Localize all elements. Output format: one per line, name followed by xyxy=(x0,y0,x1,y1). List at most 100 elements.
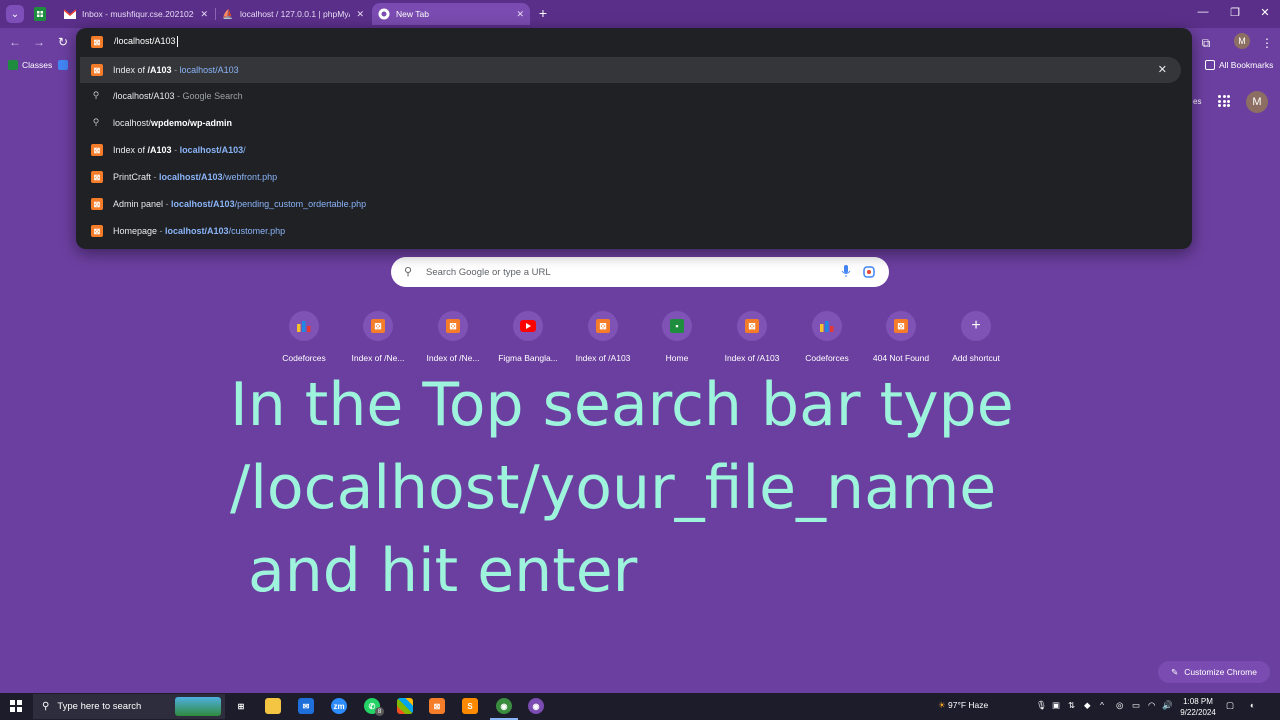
new-tab-button[interactable]: + xyxy=(536,6,550,20)
avatar[interactable]: M xyxy=(1246,91,1268,113)
microphone-icon[interactable] xyxy=(841,264,851,283)
suggestion-row[interactable]: ⊠ PrintCraft - localhost/A103/webfront.p… xyxy=(76,164,1192,190)
xampp-icon: ⊠ xyxy=(446,319,460,333)
wifi-icon[interactable]: ◠ xyxy=(1148,700,1155,711)
outlook-icon[interactable]: ✉ xyxy=(298,698,314,714)
menu-button[interactable]: ⋮ xyxy=(1259,35,1275,51)
microphone-icon[interactable]: 🎙 xyxy=(1036,700,1047,711)
forward-button[interactable]: → xyxy=(31,34,47,50)
weather-widget[interactable]: ☀ 97°F Haze xyxy=(938,700,988,711)
address-bar[interactable]: ⊠ /localhost/A103 xyxy=(76,28,1192,56)
suggestion-row[interactable]: ⊠ Index of /A103 - localhost/A103/ xyxy=(76,137,1192,163)
codeforces-icon xyxy=(820,321,834,332)
sublime-text-icon[interactable]: S xyxy=(462,698,478,714)
network-icon[interactable]: ⇅ xyxy=(1068,700,1075,711)
tab-new-tab[interactable]: New Tab ✕ xyxy=(372,3,530,25)
tab-gmail[interactable]: Inbox - mushfiqur.cse.2021020 ✕ xyxy=(58,3,214,25)
tab-title: Inbox - mushfiqur.cse.2021020 xyxy=(82,9,195,19)
all-bookmarks[interactable]: All Bookmarks xyxy=(1205,60,1273,70)
youtube-icon xyxy=(520,320,536,332)
suggestion-row[interactable]: ⊠ Admin panel - localhost/A103/pending_c… xyxy=(76,191,1192,217)
search-input[interactable]: Search Google or type a URL xyxy=(426,267,551,278)
chrome-profile-icon[interactable]: ◉ xyxy=(528,698,544,714)
tab-search-button[interactable]: ⌄ xyxy=(6,5,24,23)
xampp-icon[interactable]: ⊠ xyxy=(429,698,445,714)
back-button[interactable]: ← xyxy=(7,34,23,50)
shortcut-tile[interactable]: ⊠ 404 Not Found xyxy=(865,311,937,371)
suggestion-row[interactable]: ⊠ Homepage - localhost/A103/customer.php xyxy=(76,218,1192,244)
monitor-icon[interactable]: ▭ xyxy=(1132,700,1140,711)
tab-phpmyadmin[interactable]: ⛵ localhost / 127.0.0.1 | phpMyAd ✕ xyxy=(216,3,370,25)
reload-button[interactable]: ↻ xyxy=(55,34,71,50)
widgets-icon[interactable]: ◐ xyxy=(1250,700,1255,710)
chrome-icon[interactable]: ◉ xyxy=(496,698,512,714)
suggestion-row[interactable]: ⚲ /localhost/A103 - Google Search xyxy=(76,83,1192,109)
task-view-icon[interactable]: ⊞ xyxy=(233,698,249,714)
shortcut-tile[interactable]: Codeforces xyxy=(791,311,863,371)
bookmark-item[interactable] xyxy=(58,60,72,70)
tab-strip: ⌄ Inbox - mushfiqur.cse.2021020 ✕ ⛵ loca… xyxy=(0,0,1280,28)
chevron-down-icon: ⌄ xyxy=(10,8,20,20)
shortcut-label: Figma Bangla... xyxy=(498,353,558,363)
close-icon[interactable]: ✕ xyxy=(356,9,364,20)
arrow-left-icon: ← xyxy=(9,35,21,49)
ntp-search-box[interactable]: ⚲ Search Google or type a URL xyxy=(391,257,889,287)
restore-button[interactable]: ❐ xyxy=(1228,6,1242,19)
shortcut-tile[interactable]: ▪ Home xyxy=(641,311,713,371)
close-icon[interactable]: ✕ xyxy=(200,9,208,20)
minimize-button[interactable]: — xyxy=(1196,6,1210,18)
apps-grid-icon[interactable] xyxy=(1218,95,1230,107)
suggestion-row[interactable]: ⊠ Index of /A103 - localhost/A103 ✕ xyxy=(80,57,1181,83)
shortcut-label: Index of /Ne... xyxy=(426,353,480,363)
shortcut-tile[interactable]: ⊠ Index of /Ne... xyxy=(417,311,489,371)
search-icon: ⚲ xyxy=(92,89,100,100)
pinned-tab-sheets[interactable] xyxy=(32,6,48,22)
clock[interactable]: 1:08 PM 9/22/2024 xyxy=(1176,696,1220,718)
shortcut-tile[interactable]: ⊠ Index of /A103 xyxy=(567,311,639,371)
notification-icon[interactable]: ▢ xyxy=(1226,700,1234,711)
instruction-line-2: /localhost/your_file_name xyxy=(230,453,997,523)
taskbar-search[interactable]: ⚲ Type here to search xyxy=(33,694,225,719)
shortcut-icon-bg: ▪ xyxy=(662,311,692,341)
customize-label: Customize Chrome xyxy=(1184,667,1257,677)
bookmark-classes[interactable]: Classes xyxy=(8,60,52,70)
customize-chrome-button[interactable]: ✎ Customize Chrome xyxy=(1158,661,1270,683)
dropbox-icon[interactable]: ◆ xyxy=(1084,700,1091,711)
address-input[interactable]: /localhost/A103 xyxy=(114,36,178,48)
extensions-button[interactable]: ⧉ xyxy=(1198,35,1214,51)
pencil-icon: ✎ xyxy=(1171,666,1179,677)
shortcut-tile[interactable]: Codeforces xyxy=(268,311,340,371)
clock-time: 1:08 PM xyxy=(1183,697,1213,706)
reload-icon: ↻ xyxy=(57,35,69,49)
ntp-link-partial[interactable]: es xyxy=(1193,97,1201,106)
suggestion-row[interactable]: ⚲ localhost/wpdemo/wp-admin xyxy=(76,110,1192,136)
close-window-button[interactable]: ✕ xyxy=(1258,6,1272,19)
shortcut-tile[interactable]: Figma Bangla... xyxy=(492,311,564,371)
file-explorer-icon[interactable] xyxy=(265,698,281,714)
close-icon[interactable]: ✕ xyxy=(516,9,524,20)
zoom-icon[interactable]: zm xyxy=(331,698,347,714)
windows-start-icon[interactable] xyxy=(10,700,22,712)
xampp-icon: ⊠ xyxy=(91,144,103,156)
suggestion-text: Index of /A103 - localhost/A103/ xyxy=(113,145,246,155)
classroom-icon: ▪ xyxy=(670,319,684,333)
volume-icon[interactable]: 🔊 xyxy=(1162,700,1173,711)
remove-suggestion-icon[interactable]: ✕ xyxy=(1158,63,1167,76)
chevron-up-icon[interactable]: ^ xyxy=(1100,700,1104,710)
add-shortcut[interactable]: + Add shortcut xyxy=(940,311,1012,371)
xampp-icon: ⊠ xyxy=(371,319,385,333)
shortcut-tile[interactable]: ⊠ Index of /Ne... xyxy=(342,311,414,371)
codeforces-icon xyxy=(297,321,311,332)
profile-button[interactable]: M xyxy=(1234,33,1250,49)
shortcut-icon-bg: ⊠ xyxy=(363,311,393,341)
google-lens-icon[interactable] xyxy=(863,265,875,283)
chrome-icon xyxy=(378,8,390,20)
security-icon[interactable]: ▣ xyxy=(1052,700,1060,711)
shortcut-label: Add shortcut xyxy=(952,353,1000,363)
weather-text: 97°F Haze xyxy=(948,700,989,710)
shortcut-tile[interactable]: ⊠ Index of /A103 xyxy=(716,311,788,371)
windows-taskbar: ⚲ Type here to search ⊞ ✉ zm ✆ 8 ⊠ S ◉ ◉… xyxy=(0,693,1280,720)
system-icon[interactable]: ◎ xyxy=(1116,700,1123,711)
suggestion-text: Index of /A103 - localhost/A103 xyxy=(113,65,239,75)
microsoft-store-icon[interactable] xyxy=(397,698,413,714)
